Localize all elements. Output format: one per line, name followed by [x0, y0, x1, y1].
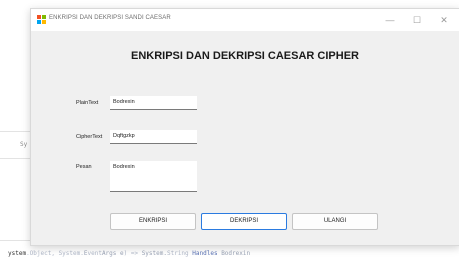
ide-side-label: Sy [20, 141, 28, 148]
enkripsi-button[interactable]: ENKRIPSI [110, 213, 196, 230]
ulangi-button[interactable]: ULANGI [292, 213, 378, 230]
plaintext-label: PlainText [76, 100, 99, 106]
plaintext-input[interactable]: Bodrexin [110, 96, 197, 110]
ide-divider [0, 158, 30, 159]
maximize-button[interactable]: ☐ [410, 13, 424, 27]
ide-divider [0, 131, 30, 132]
dekripsi-button[interactable]: DEKRIPSI [201, 213, 287, 230]
ciphertext-label: CipherText [76, 134, 103, 140]
pesan-textarea[interactable]: Bodrexin [110, 161, 197, 192]
page-title: ENKRIPSI DAN DEKRIPSI CAESAR CIPHER [131, 50, 359, 62]
plaintext-value: Bodrexin [113, 99, 135, 105]
close-button[interactable]: ✕ [437, 13, 451, 27]
minimize-button[interactable]: — [383, 13, 397, 27]
pesan-value: Bodrexin [113, 164, 135, 170]
ciphertext-input[interactable]: Dqftgzkp [110, 130, 197, 144]
ide-code-line: ystem.Object, System.EventArgs e) => Sys… [8, 250, 251, 257]
pesan-label: Pesan [76, 164, 92, 170]
ciphertext-value: Dqftgzkp [113, 133, 135, 139]
title-bar[interactable]: ENKRIPSI DAN DEKRIPSI SANDI CAESAR — ☐ ✕ [31, 9, 459, 31]
window-title: ENKRIPSI DAN DEKRIPSI SANDI CAESAR [49, 15, 171, 21]
caesar-cipher-window: ENKRIPSI DAN DEKRIPSI SANDI CAESAR — ☐ ✕… [30, 8, 459, 246]
app-form-icon [37, 15, 46, 24]
